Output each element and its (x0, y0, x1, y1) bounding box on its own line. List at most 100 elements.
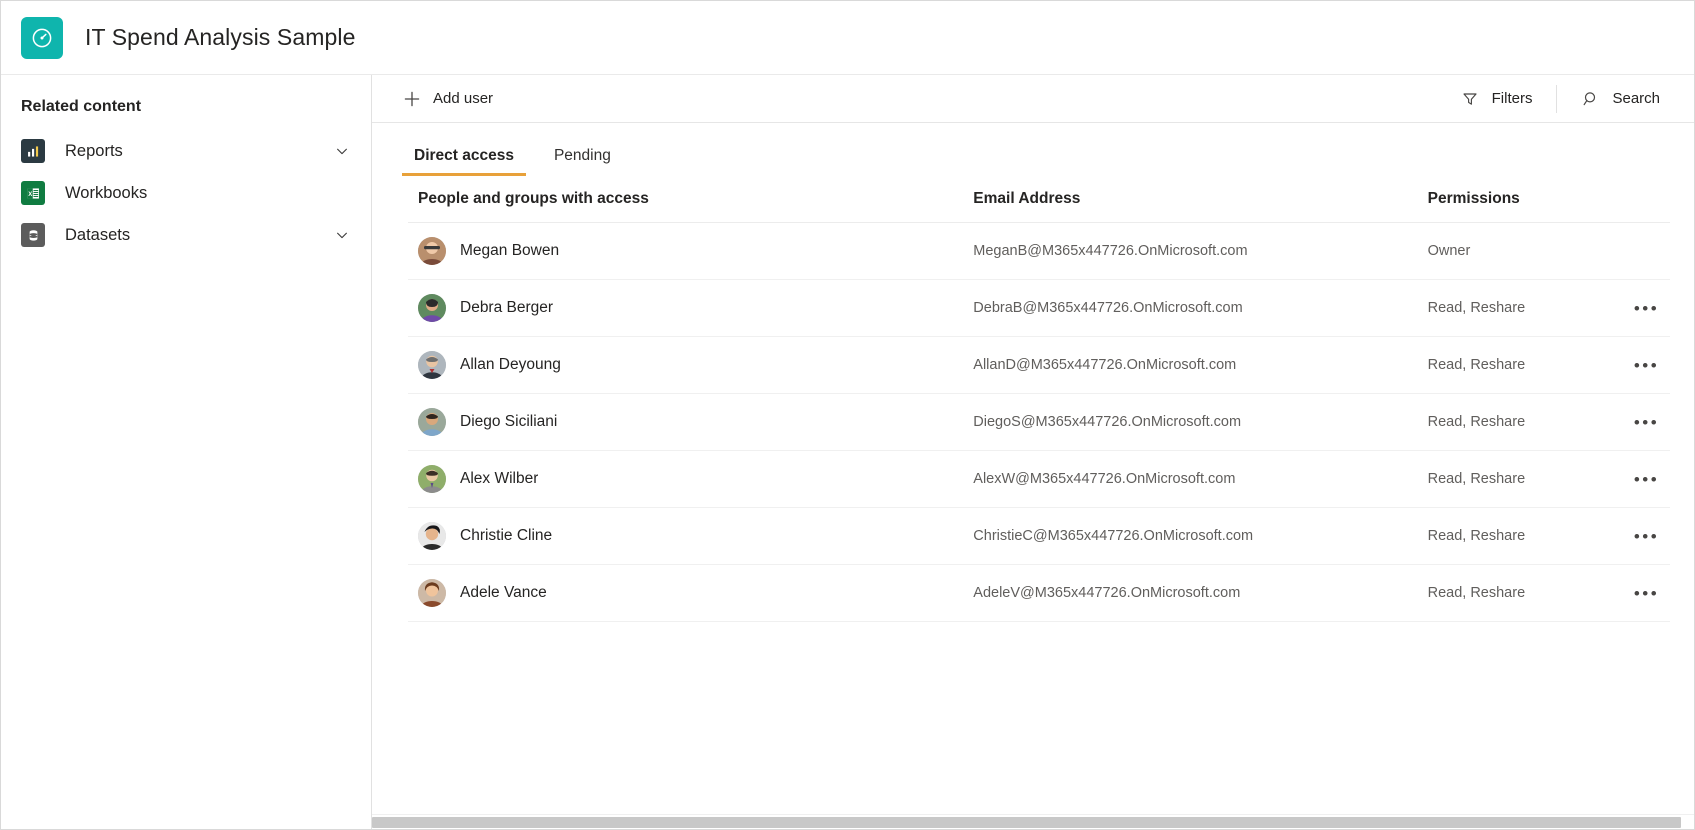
search-label: Search (1612, 90, 1660, 107)
column-header-permissions: Permissions (1417, 176, 1620, 223)
cell-actions: ••• (1619, 507, 1670, 565)
cell-email: MeganB@M365x447726.OnMicrosoft.com (963, 222, 1418, 280)
excel-workbook-icon: X (21, 181, 45, 205)
related-content-sidebar: Related content Reports X Workbooks Data… (1, 75, 372, 829)
bar-chart-icon (21, 139, 45, 163)
add-user-label: Add user (433, 90, 494, 107)
cell-person: Christie Cline (408, 507, 964, 565)
cell-email: AllanD@M365x447726.OnMicrosoft.com (963, 336, 1418, 394)
cell-person: Allan Deyoung (408, 336, 964, 394)
person-name: Debra Berger (460, 299, 554, 316)
table-row[interactable]: Allan Deyoung AllanD@M365x447726.OnMicro… (408, 336, 1670, 394)
avatar (418, 522, 446, 550)
access-main-panel: Add user Filters Search Direct access Pe… (372, 75, 1694, 829)
avatar (418, 465, 446, 493)
person-cell: Christie Cline (418, 522, 963, 550)
sidebar-item-datasets[interactable]: Datasets (1, 214, 371, 256)
search-icon (1581, 89, 1600, 108)
cell-person: Megan Bowen (408, 222, 964, 280)
tab-direct-access[interactable]: Direct access (402, 147, 526, 176)
person-cell: Allan Deyoung (418, 351, 963, 379)
person-cell: Diego Siciliani (418, 408, 963, 436)
column-header-email: Email Address (963, 176, 1418, 223)
window-body: Related content Reports X Workbooks Data… (1, 75, 1694, 829)
cell-actions: ••• (1619, 336, 1670, 394)
table-header: People and groups with access Email Addr… (408, 176, 1670, 223)
avatar (418, 351, 446, 379)
horizontal-scrollbar[interactable] (372, 814, 1694, 829)
table-row[interactable]: Alex Wilber AlexW@M365x447726.OnMicrosof… (408, 450, 1670, 508)
access-table-container: People and groups with access Email Addr… (372, 176, 1694, 814)
chevron-down-icon[interactable] (335, 228, 349, 242)
sidebar-heading: Related content (21, 98, 142, 115)
row-more-menu-button[interactable]: ••• (1630, 521, 1664, 551)
access-toolbar: Add user Filters Search (372, 75, 1694, 123)
cell-person: Adele Vance (408, 564, 964, 622)
row-more-menu-button[interactable]: ••• (1630, 407, 1664, 437)
cell-permission: Read, Reshare (1417, 564, 1620, 622)
page-title: IT Spend Analysis Sample (85, 24, 356, 50)
toolbar-right-group: Filters Search (1451, 81, 1694, 117)
cell-email: DiegoS@M365x447726.OnMicrosoft.com (963, 393, 1418, 451)
table-row[interactable]: Adele Vance AdeleV@M365x447726.OnMicroso… (408, 564, 1670, 622)
person-cell: Adele Vance (418, 579, 963, 607)
person-name: Alex Wilber (460, 470, 539, 487)
person-cell: Megan Bowen (418, 237, 963, 265)
table-body: Megan Bowen MeganB@M365x447726.OnMicroso… (408, 222, 1670, 622)
tab-pending[interactable]: Pending (548, 147, 617, 176)
sidebar-nav-list: Reports X Workbooks Datasets (1, 130, 371, 256)
row-more-menu-button[interactable]: ••• (1630, 293, 1664, 323)
cell-actions: ••• (1619, 279, 1670, 337)
person-name: Diego Siciliani (460, 413, 558, 430)
cell-email: ChristieC@M365x447726.OnMicrosoft.com (963, 507, 1418, 565)
cell-actions: ••• (1619, 222, 1670, 280)
add-user-button[interactable]: Add user (392, 81, 503, 117)
table-row[interactable]: Christie Cline ChristieC@M365x447726.OnM… (408, 507, 1670, 565)
cell-actions: ••• (1619, 564, 1670, 622)
plus-icon (402, 89, 421, 108)
chevron-down-icon[interactable] (335, 144, 349, 158)
column-header-people: People and groups with access (408, 176, 964, 223)
person-cell: Alex Wilber (418, 465, 963, 493)
filters-button[interactable]: Filters (1451, 81, 1543, 117)
avatar (418, 237, 446, 265)
cell-person: Alex Wilber (408, 450, 964, 508)
row-more-menu-button[interactable]: ••• (1630, 578, 1664, 608)
database-icon (21, 223, 45, 247)
cell-email: DebraB@M365x447726.OnMicrosoft.com (963, 279, 1418, 337)
person-name: Adele Vance (460, 584, 547, 601)
cell-person: Diego Siciliani (408, 393, 964, 451)
person-name: Christie Cline (460, 527, 553, 544)
share-access-window: IT Spend Analysis Sample Related content… (0, 0, 1695, 830)
tab-label: Direct access (414, 147, 514, 164)
svg-text:X: X (28, 191, 32, 197)
table-header-row: People and groups with access Email Addr… (408, 176, 1670, 223)
cell-actions: ••• (1619, 450, 1670, 508)
access-tabs: Direct access Pending (372, 123, 1694, 176)
cell-actions: ••• (1619, 393, 1670, 451)
sidebar-item-workbooks[interactable]: X Workbooks (1, 172, 371, 214)
cell-email: AlexW@M365x447726.OnMicrosoft.com (963, 450, 1418, 508)
search-button[interactable]: Search (1571, 81, 1670, 117)
cell-permission: Read, Reshare (1417, 450, 1620, 508)
row-more-menu-button[interactable]: ••• (1630, 464, 1664, 494)
table-row[interactable]: Debra Berger DebraB@M365x447726.OnMicros… (408, 279, 1670, 337)
avatar (418, 294, 446, 322)
column-header-actions (1619, 176, 1670, 223)
table-row[interactable]: Megan Bowen MeganB@M365x447726.OnMicroso… (408, 222, 1670, 280)
scrollbar-thumb[interactable] (372, 817, 1681, 828)
cell-permission: Read, Reshare (1417, 507, 1620, 565)
cell-permission: Owner (1417, 222, 1620, 280)
cell-permission: Read, Reshare (1417, 336, 1620, 394)
access-table: People and groups with access Email Addr… (408, 176, 1670, 622)
sidebar-item-label: Workbooks (65, 183, 148, 202)
cell-permission: Read, Reshare (1417, 393, 1620, 451)
row-more-menu-button[interactable]: ••• (1630, 350, 1664, 380)
filters-label: Filters (1491, 90, 1533, 107)
sidebar-item-label: Datasets (65, 225, 131, 244)
funnel-icon (1461, 89, 1480, 108)
table-row[interactable]: Diego Siciliani DiegoS@M365x447726.OnMic… (408, 393, 1670, 451)
gauge-icon (21, 16, 63, 59)
sidebar-item-reports[interactable]: Reports (1, 130, 371, 172)
tab-label: Pending (553, 147, 611, 164)
